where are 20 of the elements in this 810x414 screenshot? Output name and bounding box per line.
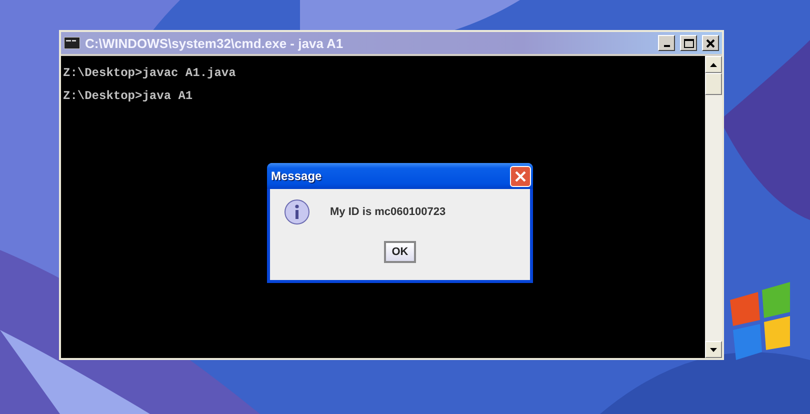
console-line: Z:\Desktop>java A1	[63, 89, 194, 103]
up-arrow-icon	[710, 62, 717, 66]
close-icon	[706, 38, 715, 48]
down-arrow-icon	[710, 348, 717, 352]
scrollbar[interactable]	[705, 56, 722, 358]
close-button[interactable]	[702, 35, 719, 51]
info-icon	[284, 199, 310, 225]
scroll-thumb[interactable]	[705, 73, 722, 95]
maximize-icon	[684, 38, 694, 48]
maximize-button[interactable]	[680, 35, 697, 51]
dialog-title: Message	[271, 169, 322, 183]
console-line: Z:\Desktop>javac A1.java	[63, 66, 237, 80]
scroll-up-button[interactable]	[705, 56, 722, 73]
scroll-down-button[interactable]	[705, 341, 722, 358]
ok-button[interactable]: OK	[384, 241, 416, 263]
window-title: C:\WINDOWS\system32\cmd.exe - java A1	[85, 36, 344, 50]
minimize-button[interactable]	[658, 35, 675, 51]
close-icon	[515, 170, 526, 182]
dialog-message: My ID is mc060100723	[330, 206, 446, 218]
console-icon	[64, 37, 80, 49]
